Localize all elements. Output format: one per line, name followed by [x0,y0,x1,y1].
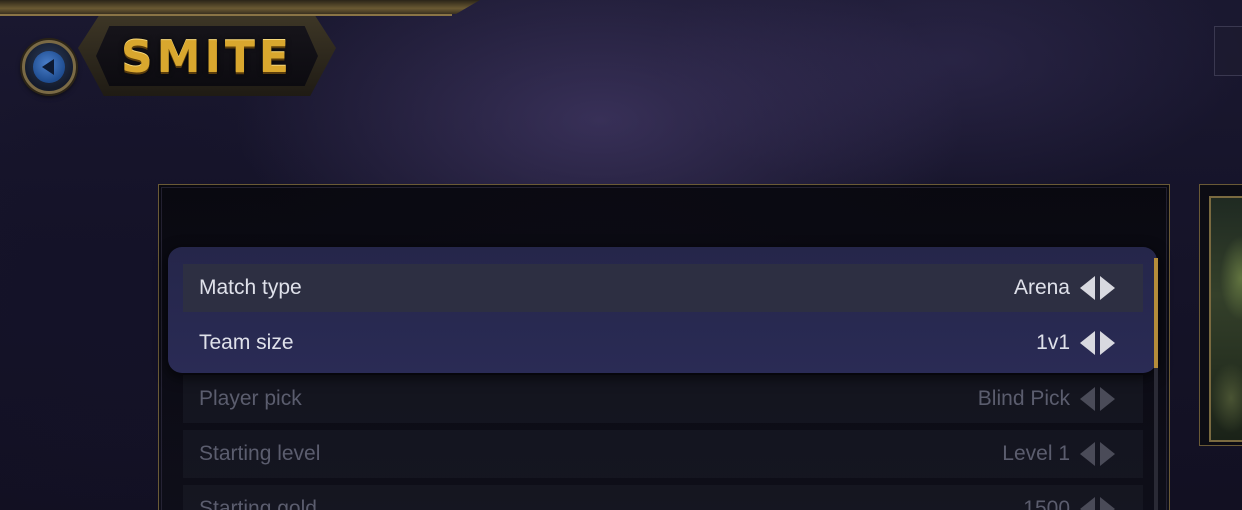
setting-row-team-size[interactable]: Team size 1v1 [183,319,1143,367]
setting-value: Blind Pick [977,387,1070,410]
top-gold-trim [0,0,480,14]
scrollbar-thumb[interactable] [1154,258,1158,368]
chevron-right-icon[interactable] [1100,497,1115,510]
chevron-right-icon[interactable] [1100,276,1115,300]
setting-value: Level 1 [1002,442,1070,465]
setting-value: 1500 [1023,497,1070,510]
setting-label: Starting gold [199,497,317,510]
chevron-right-icon[interactable] [1100,442,1115,466]
setting-label: Match type [199,276,302,299]
logo-text: SMITE [121,32,293,83]
setting-row-match-type[interactable]: Match type Arena [183,264,1143,312]
chevron-left-icon[interactable] [1080,387,1095,411]
chevron-right-icon[interactable] [1100,387,1115,411]
chevron-left-icon[interactable] [1080,276,1095,300]
smite-logo: SMITE [78,16,336,96]
custom-match-screen: SMITE Match type Arena Team size 1v1 Pla… [0,0,1242,510]
chevron-left-icon[interactable] [1080,442,1095,466]
chevron-left-icon[interactable] [1080,331,1095,355]
setting-row-starting-level[interactable]: Starting level Level 1 [183,430,1143,478]
corner-tile[interactable] [1214,26,1242,76]
chevron-right-icon[interactable] [1100,331,1115,355]
setting-value: Arena [1013,276,1070,299]
back-button[interactable] [22,40,76,94]
setting-label: Team size [199,331,294,354]
setting-label: Starting level [199,442,321,465]
god-preview-image[interactable] [1209,196,1242,442]
back-arrow-icon [33,51,65,83]
setting-value: 1v1 [1036,331,1070,354]
setting-label: Player pick [199,387,302,410]
setting-row-starting-gold[interactable]: Starting gold 1500 [183,485,1143,510]
setting-row-player-pick[interactable]: Player pick Blind Pick [183,375,1143,423]
chevron-left-icon[interactable] [1080,497,1095,510]
